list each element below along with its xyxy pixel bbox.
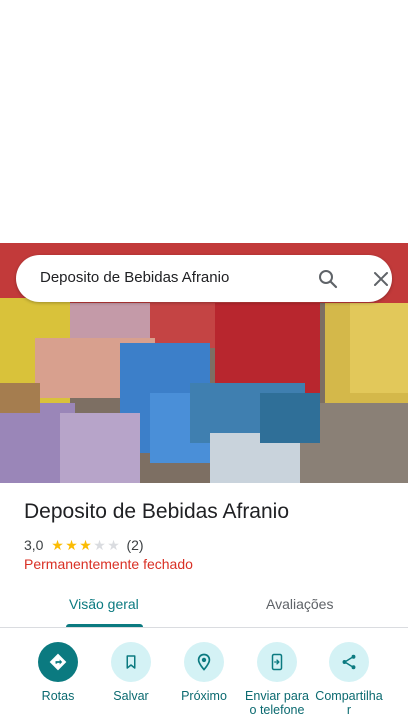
action-bar: Rotas Salvar Próximo Enviar para o telef… [0, 640, 408, 726]
map-blank-area [0, 0, 408, 243]
tab-bar: Visão geral Avaliações [0, 584, 408, 628]
star-filled-icon: ★ [79, 537, 92, 553]
rating-row[interactable]: 3,0 ★ ★ ★ ★ ★ (2) [24, 536, 144, 554]
place-title: Deposito de Bebidas Afranio [24, 500, 290, 523]
send-to-phone-label: Enviar para o telefone [245, 689, 309, 717]
save-button[interactable]: Salvar [96, 640, 166, 703]
star-filled-icon: ★ [51, 537, 64, 553]
close-icon[interactable] [369, 267, 393, 291]
star-empty-icon: ★ [93, 537, 106, 553]
star-filled-icon: ★ [65, 537, 78, 553]
directions-label: Rotas [41, 689, 75, 703]
send-to-phone-button[interactable]: Enviar para o telefone [242, 640, 312, 717]
search-bar[interactable]: Deposito de Bebidas Afranio [16, 255, 392, 302]
tab-overview[interactable]: Visão geral [69, 596, 139, 612]
tab-reviews[interactable]: Avaliações [266, 596, 333, 612]
nearby-label: Próximo [181, 689, 227, 703]
search-input[interactable]: Deposito de Bebidas Afranio [40, 269, 229, 286]
star-empty-icon: ★ [107, 537, 120, 553]
send-to-phone-icon [257, 642, 297, 682]
share-label: Compartilhar [315, 689, 383, 717]
status-closed: Permanentemente fechado [24, 556, 193, 572]
bookmark-icon [111, 642, 151, 682]
nearby-icon [184, 642, 224, 682]
review-count[interactable]: (2) [126, 537, 143, 553]
share-button[interactable]: Compartilhar [314, 640, 384, 717]
share-icon [329, 642, 369, 682]
rating-value: 3,0 [24, 537, 44, 553]
active-tab-indicator [66, 624, 143, 627]
rating-stars: ★ ★ ★ ★ ★ [50, 538, 120, 552]
search-icon[interactable] [316, 267, 340, 291]
save-label: Salvar [113, 689, 149, 703]
nearby-button[interactable]: Próximo [169, 640, 239, 703]
directions-icon [38, 642, 78, 682]
directions-button[interactable]: Rotas [23, 640, 93, 703]
